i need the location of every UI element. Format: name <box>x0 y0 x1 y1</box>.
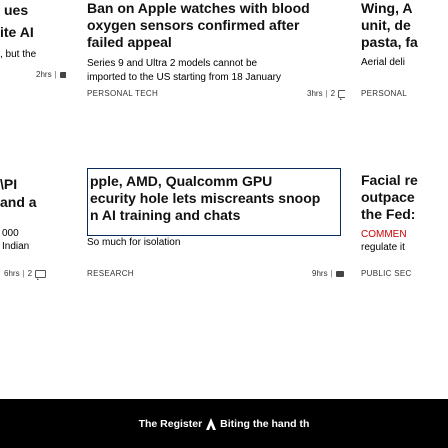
left-bottom-sub1: 000 <box>2 228 19 239</box>
comment-bubble-icon[interactable] <box>338 90 345 100</box>
right-top-standfirst: Aerial deli <box>361 57 405 68</box>
center-top-headline-line-3: failed appeal <box>87 34 172 50</box>
left-top-sep: | <box>54 70 57 79</box>
footer-tagline[interactable]: The Register Biting the hand th <box>138 417 310 430</box>
right-story-bottom[interactable]: Facial re outpace the Fed: COMMEN regula… <box>358 168 448 398</box>
left-top-sub2: , but the <box>0 49 37 60</box>
center-bottom-headline-line-1: pple, AMD, Qualcomm GPU <box>90 173 273 189</box>
vulture-logo-icon <box>206 417 217 430</box>
center-top-sep: | <box>325 89 328 98</box>
right-top-category[interactable]: PERSONAL <box>361 89 407 98</box>
left-top-meta: 2hrs | <box>36 70 66 80</box>
left-top-sub1[interactable]: ite AI <box>0 24 34 41</box>
right-bottom-kicker[interactable]: COMMEN <box>361 229 407 240</box>
right-top-headline-line-1: Wing, A <box>361 0 413 16</box>
left-bottom-sub2: Indian <box>2 241 30 252</box>
center-story-bottom[interactable]: pple, AMD, Qualcomm GPU ecurity hole let… <box>75 168 345 398</box>
right-top-headline-line-2: unit, de <box>361 17 411 33</box>
left-bottom-count: 2 <box>27 269 33 278</box>
center-top-time: 3hrs <box>307 89 323 98</box>
center-top-standfirst-line-1: Series 9 and Ultra 2 models cannot be <box>87 58 258 69</box>
site-footer: The Register Biting the hand th <box>0 399 448 448</box>
footer-brand: The Register <box>138 417 203 430</box>
left-bottom-time: 6hrs <box>4 269 20 278</box>
right-top-headline[interactable]: Wing, A unit, de pasta, fa <box>361 0 418 51</box>
left-story-top[interactable]: ues ite AI , but the 2hrs | <box>0 0 66 160</box>
center-bottom-headline-box[interactable]: pple, AMD, Qualcomm GPU ecurity hole let… <box>87 168 341 236</box>
center-bottom-headline-line-2: ecurity hole lets miscreants snoop <box>90 190 321 206</box>
comment-icon[interactable] <box>59 72 66 78</box>
left-bottom-headline1[interactable]: \PI <box>0 176 17 193</box>
center-top-standfirst: Series 9 and Ultra 2 models cannot be im… <box>87 57 281 85</box>
center-bottom-category[interactable]: RESEARCH <box>87 269 134 278</box>
left-top-headline[interactable]: ues <box>4 2 28 19</box>
right-bottom-headline-line-3: the Fed: <box>361 206 416 222</box>
comment-bubble-icon[interactable] <box>35 270 47 280</box>
center-bottom-headline-line-3: n AI training and chats <box>90 207 241 223</box>
center-top-headline-line-1: Ban on Apple watches with blood <box>87 0 310 16</box>
right-bottom-headline-line-2: outpace <box>361 189 415 205</box>
center-bottom-standfirst: So much for isolation <box>87 237 181 248</box>
right-bottom-standfirst: regulate it <box>361 242 405 253</box>
center-top-standfirst-line-2: imported to the US starting from 18 Janu… <box>87 72 281 83</box>
center-story-top[interactable]: Ban on Apple watches with blood oxygen s… <box>75 0 345 160</box>
comment-icon[interactable] <box>335 271 344 277</box>
left-bottom-meta: 6hrs | 2 <box>4 269 47 280</box>
center-top-count: 2 <box>330 89 336 98</box>
center-top-meta: 3hrs | 2 <box>307 89 345 100</box>
right-story-top[interactable]: Wing, A unit, de pasta, fa Aerial deli P… <box>358 0 448 160</box>
center-top-category[interactable]: PERSONAL TECH <box>87 89 158 98</box>
center-top-headline[interactable]: Ban on Apple watches with blood oxygen s… <box>87 0 310 51</box>
center-bottom-sep: | <box>330 269 333 278</box>
center-bottom-time: 9hrs <box>312 269 328 278</box>
right-top-headline-line-3: pasta, fa <box>361 34 418 50</box>
left-story-bottom[interactable]: \PI and a 000 Indian 6hrs | 2 <box>0 170 66 400</box>
left-bottom-headline2[interactable]: and a <box>0 194 37 211</box>
left-top-time: 2hrs <box>36 70 52 79</box>
right-bottom-category[interactable]: PUBLIC SEC <box>361 269 412 278</box>
center-bottom-meta: 9hrs | <box>312 269 344 279</box>
left-bottom-sep: | <box>22 269 25 278</box>
right-bottom-headline-line-1: Facial re <box>361 172 418 188</box>
right-bottom-headline[interactable]: Facial re outpace the Fed: <box>361 172 418 223</box>
footer-slogan: Biting the hand th <box>220 417 310 430</box>
center-top-headline-line-2: oxygen sensors confirmed after <box>87 17 300 33</box>
